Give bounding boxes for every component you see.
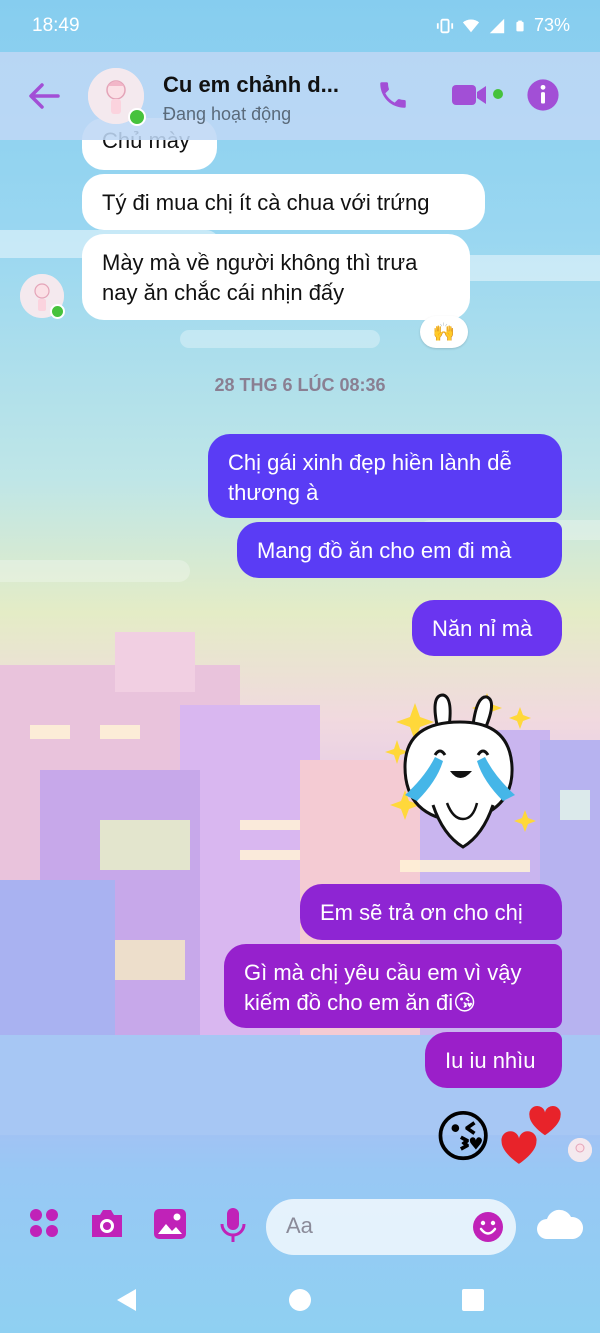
info-icon[interactable] — [526, 78, 560, 112]
wifi-icon — [462, 18, 480, 32]
nav-home-icon[interactable] — [288, 1288, 312, 1312]
message-reaction[interactable]: 🙌 — [420, 316, 468, 348]
video-call-icon[interactable] — [450, 78, 490, 112]
contact-name[interactable]: Cu em chảnh d... — [163, 72, 339, 98]
outgoing-message[interactable]: Mang đồ ăn cho em đi mà — [237, 522, 562, 578]
active-status: Đang hoạt động — [163, 104, 292, 124]
microphone-icon[interactable] — [218, 1207, 248, 1243]
battery-percent: 73% — [533, 15, 570, 35]
camera-icon[interactable] — [88, 1207, 126, 1241]
battery-icon — [516, 20, 524, 31]
status-bar: 18:49 73% — [0, 0, 600, 52]
contact-avatar-small[interactable] — [20, 274, 65, 319]
gallery-icon[interactable] — [152, 1207, 188, 1241]
signal-icon — [489, 18, 505, 33]
back-arrow-icon[interactable] — [24, 78, 64, 114]
heart-icon — [501, 1131, 537, 1164]
crying-bunny-sticker[interactable] — [375, 685, 550, 860]
system-navigation-bar — [0, 1263, 600, 1333]
incoming-message[interactable]: Mày mà về người không thì trưa nay ăn ch… — [82, 234, 470, 320]
kissing-face-emoji[interactable]: 😘 — [434, 1105, 492, 1169]
emoji-icon[interactable] — [472, 1211, 504, 1243]
message-timestamp: 28 THG 6 LÚC 08:36 — [214, 375, 386, 395]
outgoing-message[interactable]: Chị gái xinh đẹp hiền lành dễ thương à — [208, 434, 562, 518]
message-input-placeholder: Aa — [286, 1213, 313, 1238]
cloud-icon[interactable] — [535, 1209, 585, 1241]
video-active-dot — [493, 89, 503, 99]
anime-girl-icon — [568, 1138, 592, 1162]
online-status-dot — [128, 108, 146, 126]
more-actions-icon[interactable] — [28, 1207, 60, 1239]
online-status-dot — [50, 304, 65, 319]
incoming-message[interactable]: Tý đi mua chị ít cà chua với trứng — [82, 174, 485, 230]
outgoing-message[interactable]: Gì mà chị yêu cầu em vì vậy kiếm đồ cho … — [224, 944, 562, 1028]
message-composer: Aa — [0, 1195, 600, 1263]
seen-avatar — [568, 1138, 592, 1162]
outgoing-message[interactable]: Iu iu nhìu — [425, 1032, 562, 1088]
nav-recents-icon[interactable] — [461, 1288, 485, 1312]
chat-header: Cu em chảnh d... Đang hoạt động — [0, 52, 600, 140]
nav-back-icon[interactable] — [114, 1287, 140, 1313]
contact-avatar[interactable] — [88, 68, 146, 126]
phone-call-icon[interactable] — [376, 78, 410, 112]
outgoing-message[interactable]: Em sẽ trả ơn cho chị — [300, 884, 562, 940]
message-input[interactable]: Aa — [266, 1199, 516, 1255]
vibrate-icon — [436, 18, 454, 33]
outgoing-message[interactable]: Năn nỉ mà — [412, 600, 562, 656]
status-time: 18:49 — [32, 15, 80, 36]
